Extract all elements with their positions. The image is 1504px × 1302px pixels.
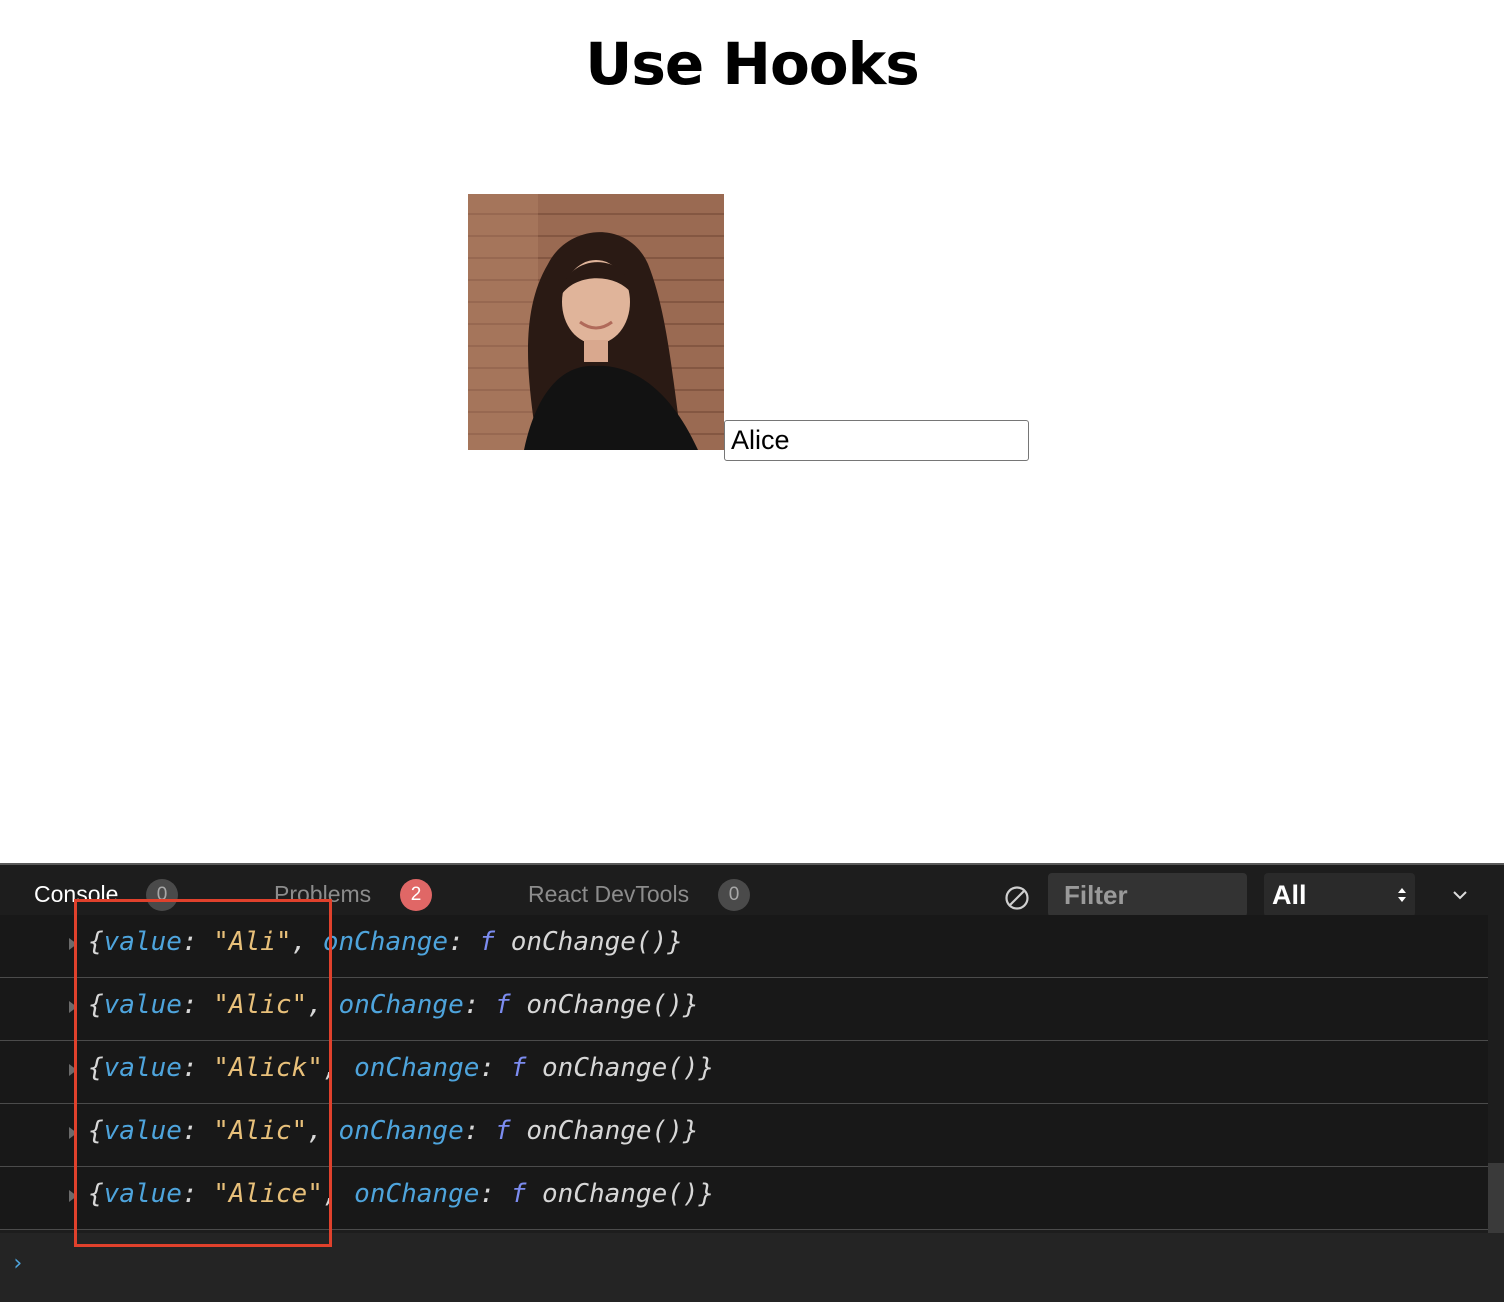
clear-console-button[interactable] bbox=[1004, 885, 1030, 911]
expand-arrow-icon[interactable] bbox=[69, 938, 77, 950]
expand-arrow-icon[interactable] bbox=[69, 1190, 77, 1202]
tab-problems[interactable]: Problems bbox=[274, 881, 371, 908]
console-log-row: {value: "Ali", onChange: f onChange()} bbox=[0, 915, 1488, 978]
log-level-value: All bbox=[1272, 880, 1307, 910]
log-level-select[interactable]: All bbox=[1264, 873, 1415, 917]
clear-console-icon bbox=[1005, 886, 1029, 910]
avatar bbox=[468, 194, 724, 450]
log-entry[interactable]: {value: "Alic", onChange: f onChange()} bbox=[88, 1116, 699, 1146]
expand-arrow-icon[interactable] bbox=[69, 1127, 77, 1139]
console-count-badge: 0 bbox=[146, 879, 178, 911]
page-title: Use Hooks bbox=[585, 30, 919, 98]
tab-react-devtools[interactable]: React DevTools bbox=[528, 881, 689, 908]
problems-count-badge: 2 bbox=[400, 879, 432, 911]
react-devtools-count-badge: 0 bbox=[718, 879, 750, 911]
collapse-panel-button[interactable] bbox=[1450, 885, 1470, 905]
tab-console[interactable]: Console bbox=[34, 881, 118, 908]
name-input[interactable] bbox=[724, 420, 1029, 461]
log-entry[interactable]: {value: "Ali", onChange: f onChange()} bbox=[88, 927, 683, 957]
person-photo-icon bbox=[468, 194, 724, 450]
expand-arrow-icon[interactable] bbox=[69, 1064, 77, 1076]
devtools-panel: Console 0 Problems 2 React DevTools 0 Al… bbox=[0, 863, 1504, 1302]
filter-input[interactable] bbox=[1048, 873, 1247, 917]
log-entry[interactable]: {value: "Alick", onChange: f onChange()} bbox=[88, 1053, 714, 1083]
select-arrows-icon bbox=[1398, 888, 1406, 902]
console-log-list: {value: "Ali", onChange: f onChange()} {… bbox=[0, 915, 1488, 1230]
console-log-row: {value: "Alic", onChange: f onChange()} bbox=[0, 1104, 1488, 1167]
console-log-row: {value: "Alick", onChange: f onChange()} bbox=[0, 1041, 1488, 1104]
expand-arrow-icon[interactable] bbox=[69, 1001, 77, 1013]
console-log-row: {value: "Alic", onChange: f onChange()} bbox=[0, 978, 1488, 1041]
console-log-row: {value: "Alice", onChange: f onChange()} bbox=[0, 1167, 1488, 1230]
chevron-down-icon bbox=[1453, 891, 1467, 900]
console-input[interactable]: › bbox=[0, 1233, 1504, 1302]
log-entry[interactable]: {value: "Alice", onChange: f onChange()} bbox=[88, 1179, 714, 1209]
console-scrollbar[interactable] bbox=[1488, 1163, 1504, 1233]
prompt-caret: › bbox=[11, 1251, 25, 1276]
log-entry[interactable]: {value: "Alic", onChange: f onChange()} bbox=[88, 990, 699, 1020]
